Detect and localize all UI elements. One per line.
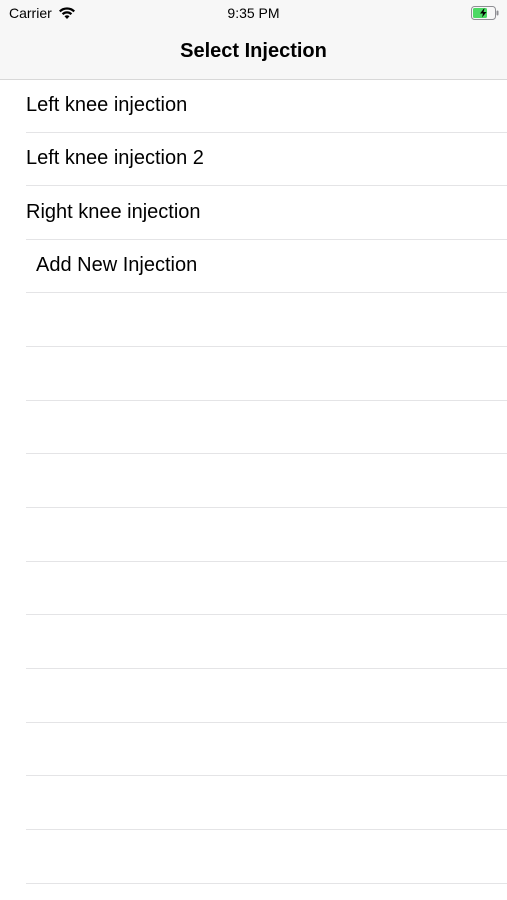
row-separator	[26, 883, 507, 884]
row-separator	[26, 829, 507, 830]
empty-row	[0, 401, 507, 454]
empty-row	[0, 294, 507, 347]
row-separator	[26, 185, 507, 186]
nav-title: Select Injection	[180, 40, 327, 62]
status-time: 9:35 PM	[227, 5, 280, 21]
add-new-injection-label: Add New Injection	[36, 254, 198, 276]
empty-row	[0, 670, 507, 723]
row-separator	[26, 775, 507, 776]
injection-row[interactable]: Left knee injection	[0, 80, 507, 133]
injection-table: Left knee injection Left knee injection …	[0, 80, 507, 900]
add-new-injection-row[interactable]: Add New Injection	[0, 240, 507, 293]
empty-row	[0, 723, 507, 776]
empty-row	[0, 616, 507, 669]
injection-row-label: Left knee injection 2	[26, 147, 204, 169]
empty-row	[0, 455, 507, 508]
row-separator	[26, 292, 507, 293]
empty-row	[0, 348, 507, 401]
battery-charging-icon	[471, 6, 499, 20]
injection-row-label: Left knee injection	[26, 94, 188, 116]
injection-row-label: Right knee injection	[26, 201, 201, 223]
empty-row	[0, 562, 507, 615]
empty-row	[0, 509, 507, 562]
injection-row[interactable]: Right knee injection	[0, 187, 507, 240]
empty-row	[0, 831, 507, 884]
status-bar: Carrier 9:35 PM	[0, 0, 507, 28]
screen: Carrier 9:35 PM Select Injection Left kn…	[0, 0, 507, 900]
empty-row	[0, 777, 507, 830]
row-separator	[26, 614, 507, 615]
row-separator	[26, 453, 507, 454]
row-separator	[26, 346, 507, 347]
row-separator	[26, 507, 507, 508]
top-bar: Carrier 9:35 PM Select Injection	[0, 0, 507, 80]
injection-row[interactable]: Left knee injection 2	[0, 133, 507, 186]
row-separator	[26, 668, 507, 669]
